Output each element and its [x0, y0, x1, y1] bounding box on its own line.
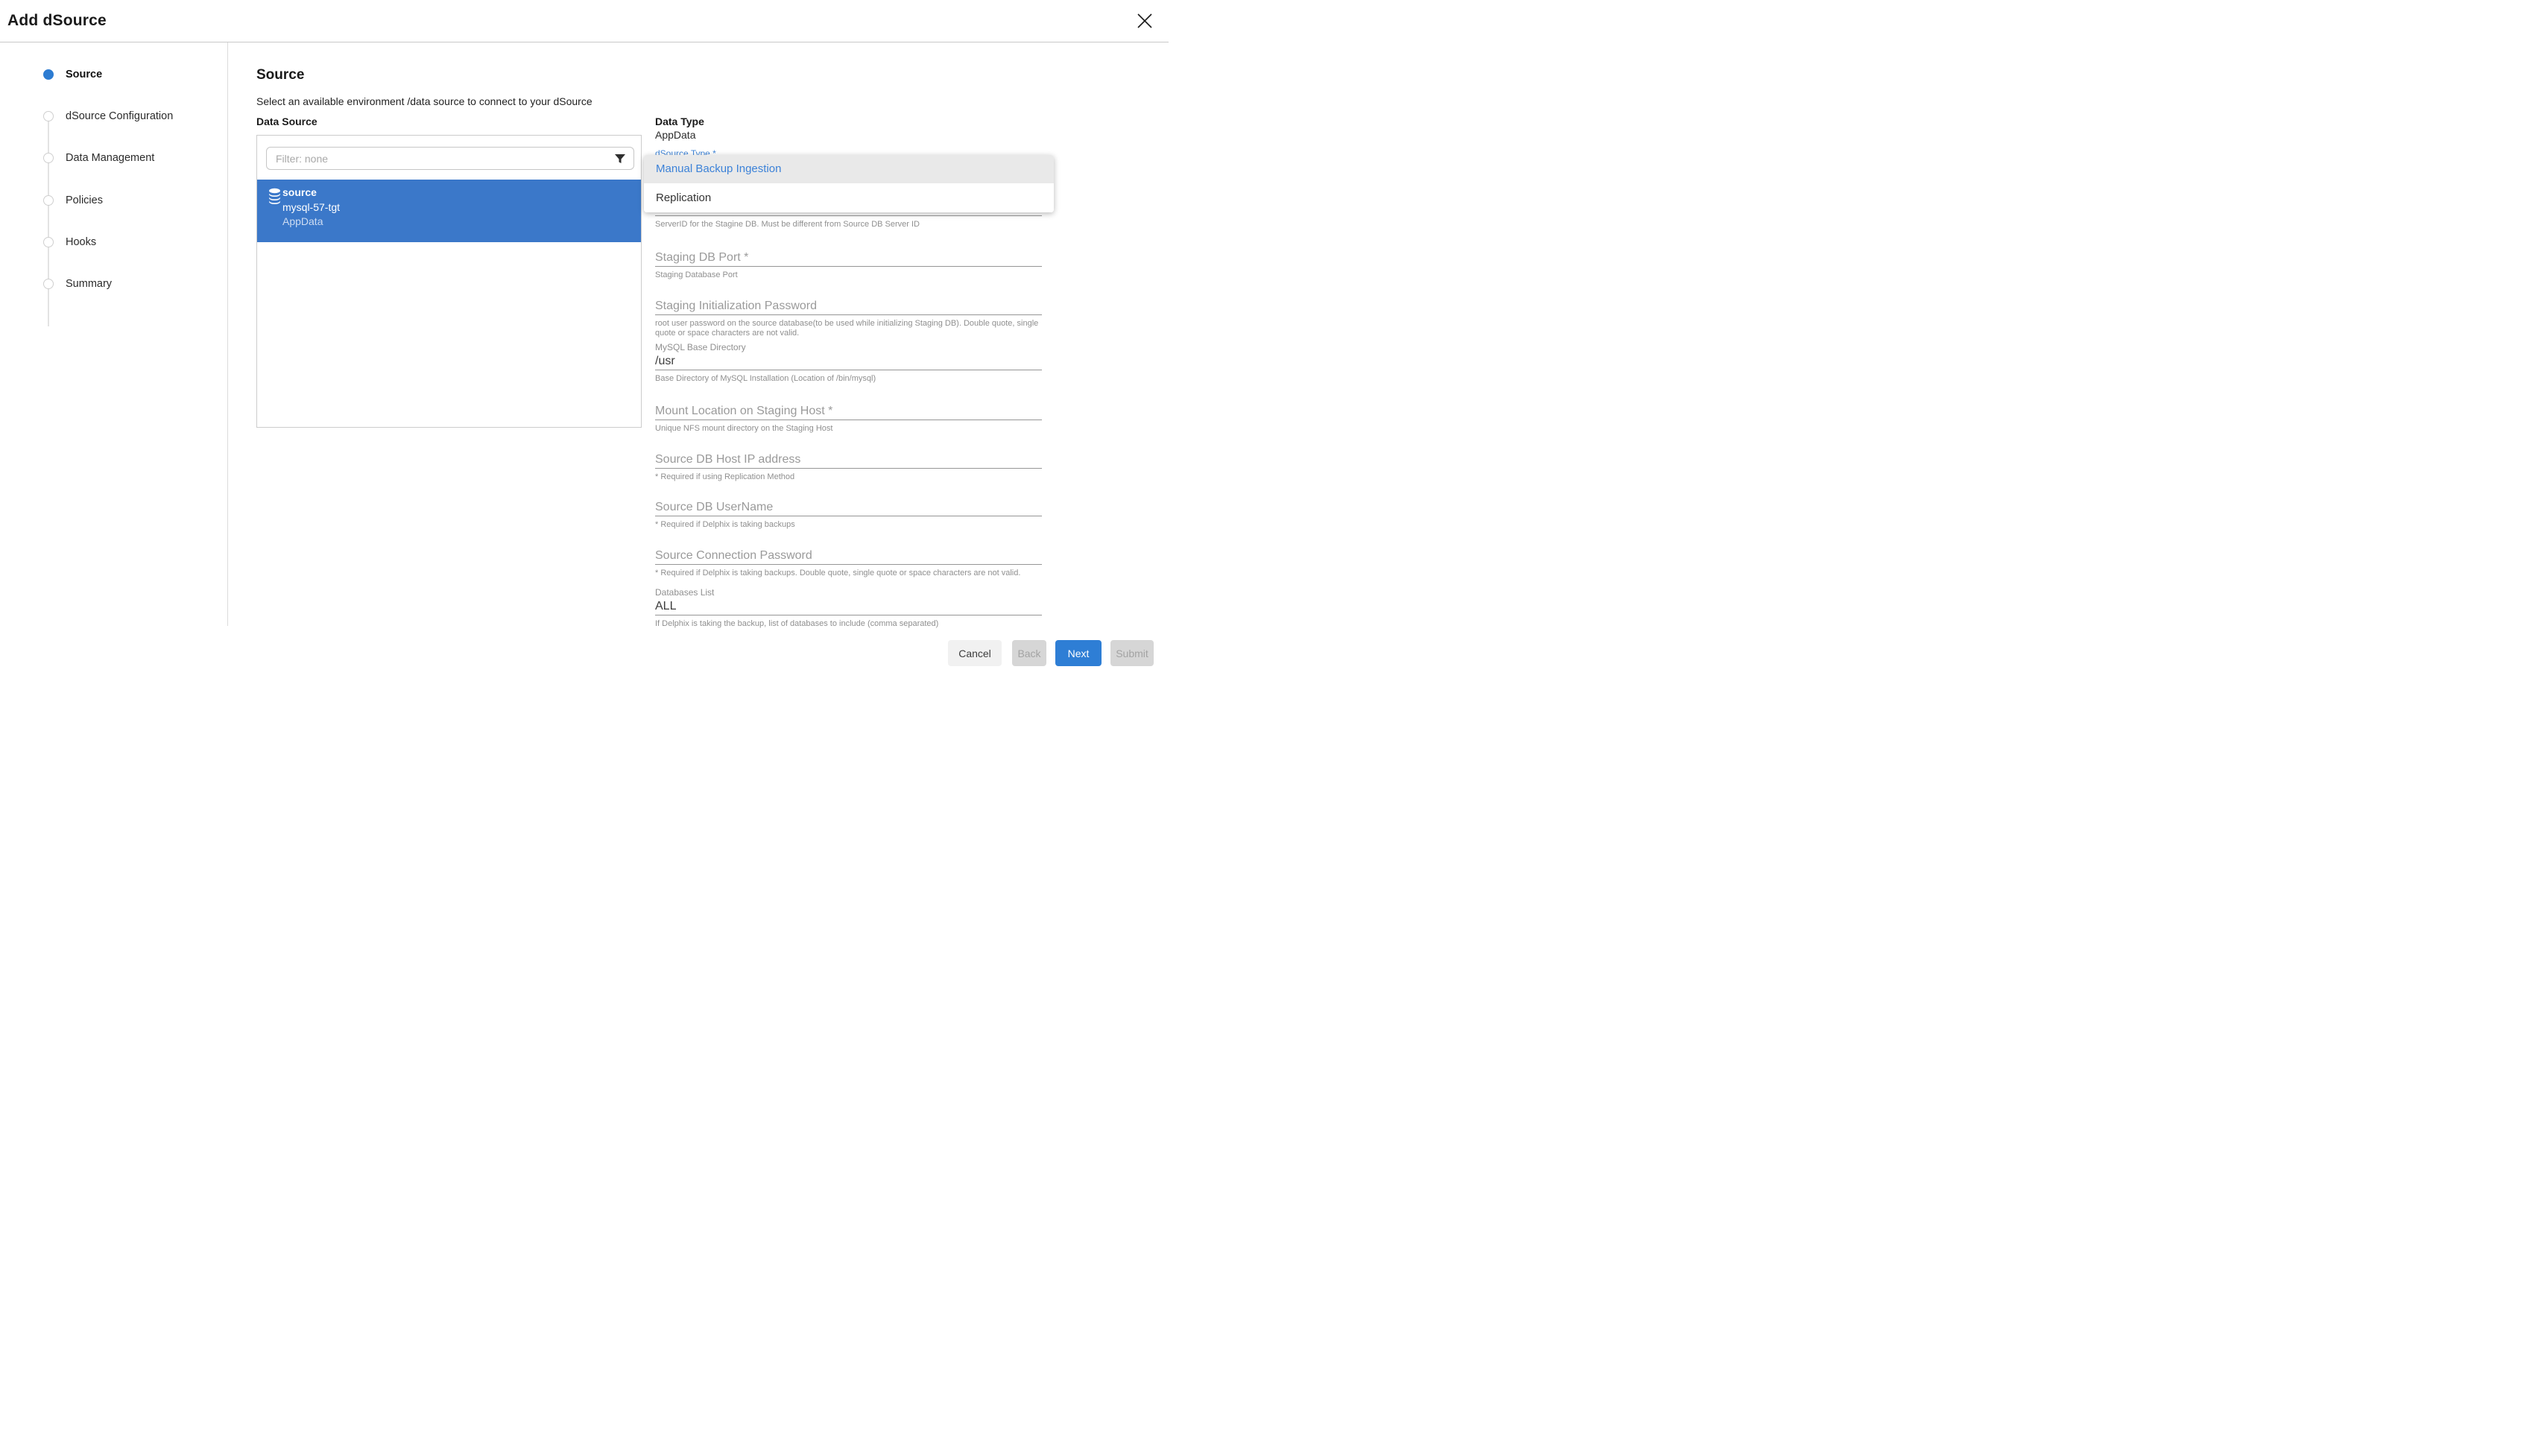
step-dsource-configuration[interactable]: dSource Configuration [0, 111, 227, 130]
next-button[interactable]: Next [1055, 640, 1102, 666]
field-helper: If Delphix is taking the backup, list of… [655, 619, 1042, 629]
field-placeholder: Mount Location on Staging Host * [655, 404, 1042, 418]
field-placeholder: Staging DB Port * [655, 250, 1042, 265]
submit-button[interactable]: Submit [1110, 640, 1154, 666]
step-summary[interactable]: Summary [0, 279, 227, 298]
data-source-name: source [282, 186, 317, 198]
step-label: Summary [66, 278, 112, 290]
field-label: Databases List [655, 587, 1042, 598]
step-policies[interactable]: Policies [0, 195, 227, 215]
data-source-list: Filter: none source mysql-57-tgt AppData [256, 135, 642, 428]
step-label: dSource Configuration [66, 110, 173, 122]
data-source-host: mysql-57-tgt [282, 201, 340, 213]
page-subtitle: Select an available environment /data so… [256, 95, 592, 107]
field-underline [655, 314, 1042, 315]
field-underline [655, 564, 1042, 565]
step-dot [43, 111, 54, 121]
field-helper: * Required if Delphix is taking backups.… [655, 569, 1042, 578]
field-helper: * Required if using Replication Method [655, 472, 1042, 482]
step-source[interactable]: Source [0, 69, 227, 89]
field-placeholder: Source DB Host IP address [655, 452, 1042, 466]
field-underline [655, 468, 1042, 469]
data-source-label: Data Source [256, 115, 317, 127]
field-underline [655, 266, 1042, 267]
source-db-host-ip-field[interactable]: Source DB Host IP address * Required if … [655, 452, 1042, 482]
field-label: MySQL Base Directory [655, 342, 1042, 352]
field-placeholder: Staging Initialization Password [655, 299, 1042, 313]
staging-initialization-password-field[interactable]: Staging Initialization Password root use… [655, 299, 1042, 338]
field-helper: ServerID for the Stagine DB. Must be dif… [655, 220, 1042, 230]
step-hooks[interactable]: Hooks [0, 237, 227, 256]
source-db-username-field[interactable]: Source DB UserName * Required if Delphix… [655, 500, 1042, 530]
dropdown-option-manual-backup-ingestion[interactable]: Manual Backup Ingestion [644, 155, 1054, 183]
data-source-type: AppData [282, 215, 323, 227]
data-type-label: Data Type [655, 115, 704, 127]
field-underline [655, 215, 1042, 216]
page-title: Source [256, 67, 304, 83]
step-label: Source [66, 69, 102, 80]
data-type-value: AppData [655, 129, 695, 141]
field-helper: root user password on the source databas… [655, 319, 1042, 338]
step-label: Hooks [66, 236, 96, 248]
add-dsource-dialog: Add dSource Source dSource Configuration… [0, 0, 1169, 674]
step-dot [43, 153, 54, 163]
filter-input[interactable]: Filter: none [266, 147, 634, 170]
field-helper: * Required if Delphix is taking backups [655, 520, 1042, 530]
field-placeholder: Source DB UserName [655, 500, 1042, 514]
data-source-item-selected[interactable]: source mysql-57-tgt AppData [257, 180, 641, 242]
staging-db-server-id-field[interactable]: ServerID for the Stagine DB. Must be dif… [655, 215, 1042, 230]
back-button[interactable]: Back [1012, 640, 1046, 666]
filter-placeholder: Filter: none [276, 153, 328, 165]
mount-location-field[interactable]: Mount Location on Staging Host * Unique … [655, 404, 1042, 434]
close-icon[interactable] [1131, 7, 1158, 34]
step-dot [43, 237, 54, 247]
sidebar-divider [227, 42, 228, 626]
field-value: ALL [655, 599, 1042, 613]
staging-db-port-field[interactable]: Staging DB Port * Staging Database Port [655, 250, 1042, 280]
field-helper: Unique NFS mount directory on the Stagin… [655, 424, 1042, 434]
databases-list-field[interactable]: Databases List ALL If Delphix is taking … [655, 587, 1042, 629]
mysql-base-directory-field[interactable]: MySQL Base Directory /usr Base Directory… [655, 342, 1042, 384]
dialog-title: Add dSource [7, 12, 107, 30]
step-label: Data Management [66, 152, 154, 164]
step-data-management[interactable]: Data Management [0, 153, 227, 172]
step-label: Policies [66, 194, 103, 206]
step-dot-active [43, 69, 54, 80]
cancel-button[interactable]: Cancel [948, 640, 1002, 666]
source-connection-password-field[interactable]: Source Connection Password * Required if… [655, 548, 1042, 578]
field-helper: Base Directory of MySQL Installation (Lo… [655, 374, 1042, 384]
database-icon [268, 188, 282, 209]
dsource-type-dropdown: Manual Backup Ingestion Replication [644, 155, 1054, 212]
field-helper: Staging Database Port [655, 270, 1042, 280]
field-placeholder: Source Connection Password [655, 548, 1042, 563]
wizard-stepper: Source dSource Configuration Data Manage… [0, 42, 227, 626]
step-dot [43, 279, 54, 289]
step-dot [43, 195, 54, 206]
field-value: /usr [655, 354, 1042, 368]
dropdown-option-replication[interactable]: Replication [644, 183, 1054, 212]
filter-funnel-icon[interactable] [614, 153, 626, 165]
dialog-header: Add dSource [0, 0, 1169, 42]
